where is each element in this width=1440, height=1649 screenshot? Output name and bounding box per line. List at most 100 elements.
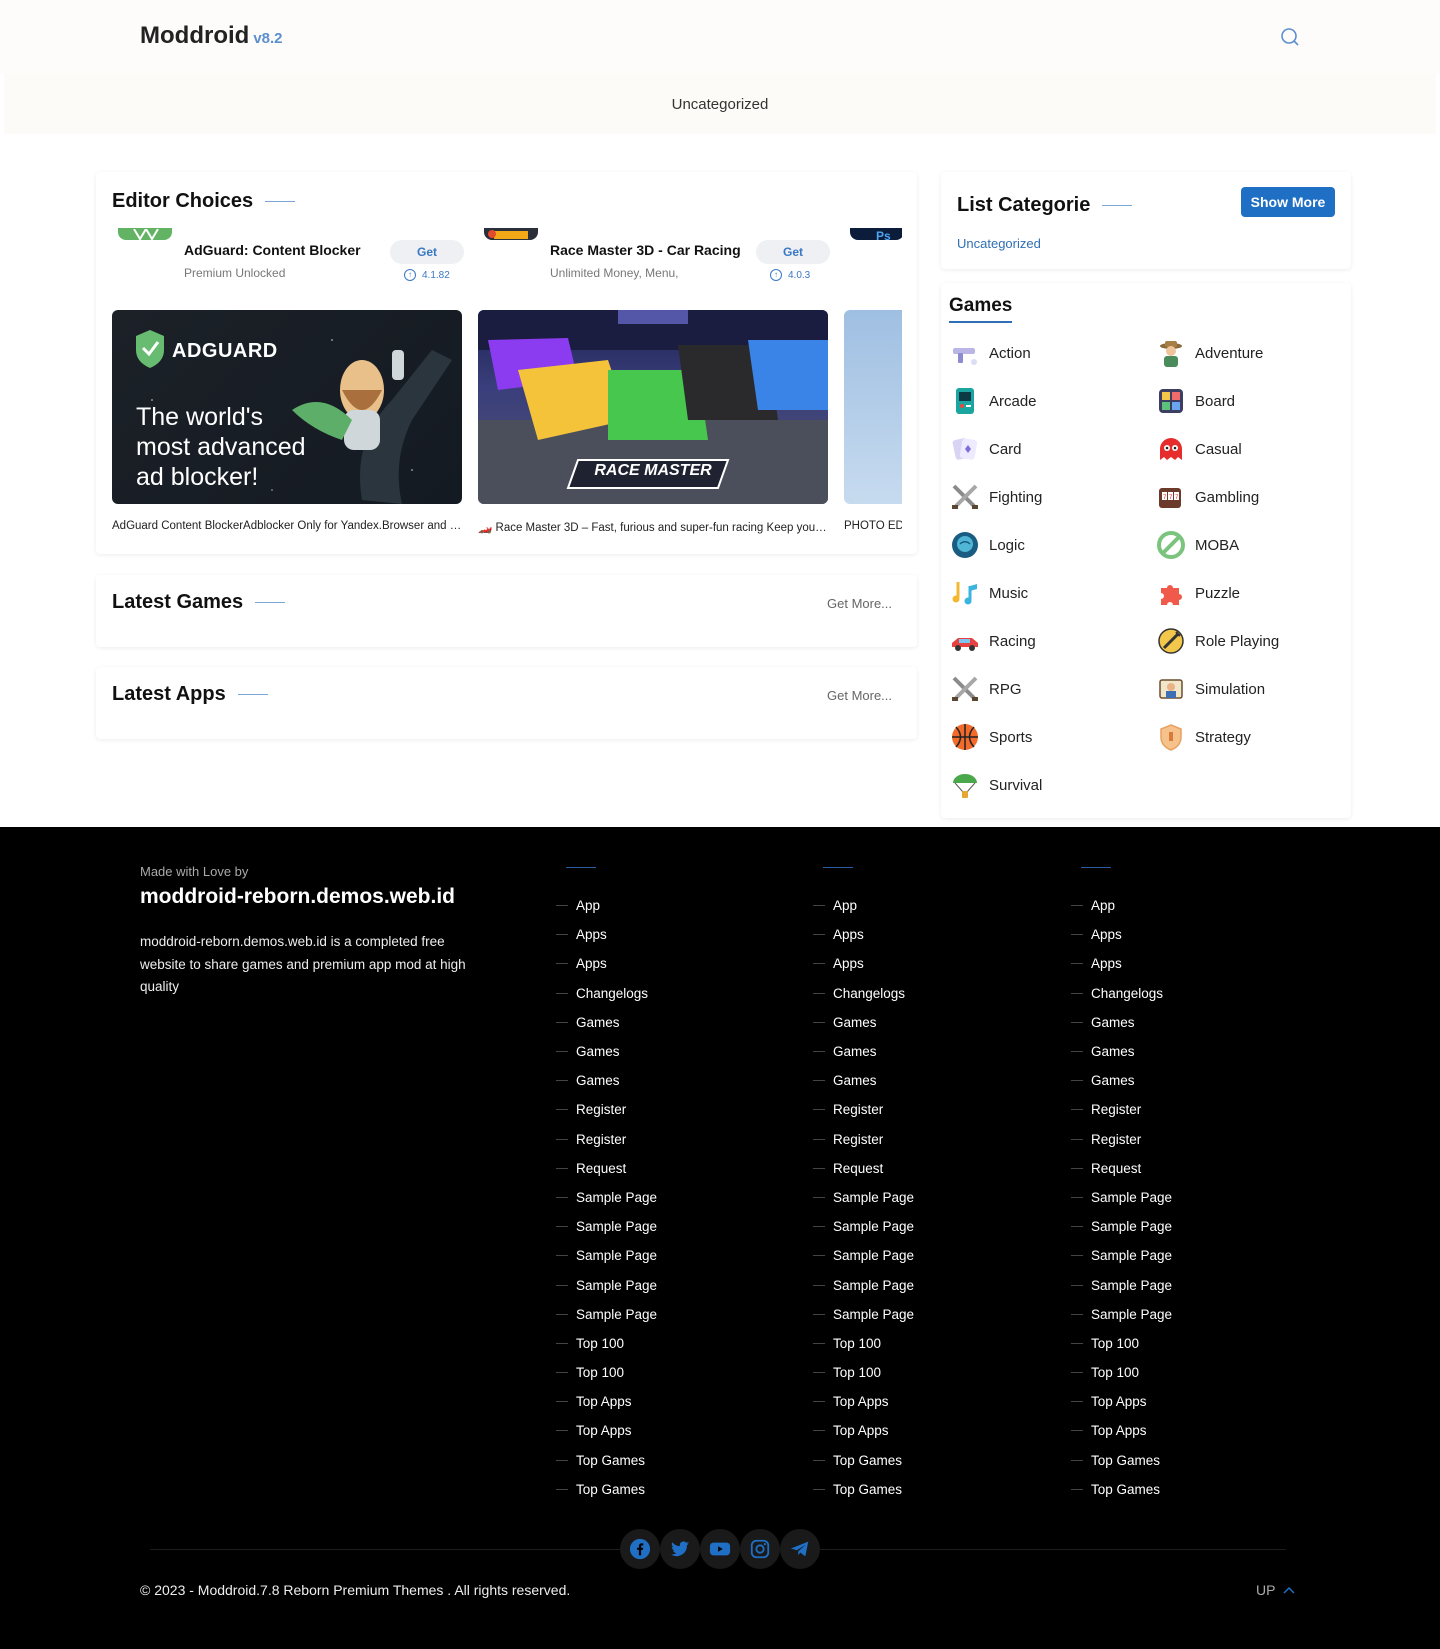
category-sports[interactable]: Sports (949, 721, 1032, 753)
footer-link[interactable]: Games (556, 1008, 657, 1037)
category-action[interactable]: Action (949, 337, 1031, 369)
footer-link[interactable]: Sample Page (556, 1212, 657, 1241)
category-role-playing[interactable]: Role Playing (1155, 625, 1279, 657)
footer-link[interactable]: Sample Page (556, 1270, 657, 1299)
latest-games-more-link[interactable]: Get More... (827, 596, 892, 611)
footer-link[interactable]: Top 100 (556, 1358, 657, 1387)
category-fighting[interactable]: Fighting (949, 481, 1042, 513)
youtube-icon[interactable] (700, 1529, 740, 1569)
footer-link[interactable]: Changelogs (556, 979, 657, 1008)
footer-link[interactable]: Sample Page (813, 1300, 914, 1329)
footer-link[interactable]: Register (1071, 1125, 1172, 1154)
uncategorized-link[interactable]: Uncategorized (957, 236, 1041, 251)
footer-link[interactable]: Top 100 (556, 1329, 657, 1358)
app-banner-photo-editor[interactable] (844, 310, 902, 504)
category-logic[interactable]: Logic (949, 529, 1025, 561)
footer-link[interactable]: App (1071, 891, 1172, 920)
footer-link[interactable]: Top Games (556, 1475, 657, 1504)
footer-link[interactable]: Top Games (556, 1446, 657, 1475)
category-board[interactable]: Board (1155, 385, 1235, 417)
footer-link[interactable]: Register (813, 1095, 914, 1124)
footer-link[interactable]: Top Apps (1071, 1387, 1172, 1416)
footer-link[interactable]: Request (813, 1154, 914, 1183)
footer-link[interactable]: Top 100 (1071, 1358, 1172, 1387)
category-casual[interactable]: Casual (1155, 433, 1242, 465)
footer-link[interactable]: Top Apps (1071, 1416, 1172, 1445)
category-puzzle[interactable]: Puzzle (1155, 577, 1240, 609)
footer-link[interactable]: Top 100 (813, 1329, 914, 1358)
twitter-icon[interactable] (660, 1529, 700, 1569)
footer-link[interactable]: Top 100 (813, 1358, 914, 1387)
category-music[interactable]: Music (949, 577, 1028, 609)
footer-link[interactable]: Sample Page (556, 1241, 657, 1270)
footer-link[interactable]: Sample Page (1071, 1212, 1172, 1241)
footer-link[interactable]: Register (556, 1095, 657, 1124)
category-simulation[interactable]: Simulation (1155, 673, 1265, 705)
footer-link[interactable]: Games (556, 1066, 657, 1095)
app-banner-adguard[interactable]: ADGUARD The world's most advanced ad blo… (112, 310, 462, 504)
category-card[interactable]: Card (949, 433, 1022, 465)
footer-link[interactable]: Games (556, 1037, 657, 1066)
footer-link[interactable]: Sample Page (813, 1212, 914, 1241)
category-gambling[interactable]: 7 7 7 Gambling (1155, 481, 1259, 513)
telegram-icon[interactable] (780, 1529, 820, 1569)
site-logo[interactable]: Moddroid v8.2 (140, 22, 283, 50)
footer-link[interactable]: Top Games (1071, 1446, 1172, 1475)
footer-link[interactable]: App (813, 891, 914, 920)
footer-link[interactable]: Apps (813, 949, 914, 978)
editor-choices-carousel[interactable]: AdGuard: Content Blocker Premium Unlocke… (112, 228, 902, 538)
instagram-icon[interactable] (740, 1529, 780, 1569)
app-name[interactable]: AdGuard: Content Blocker (184, 242, 361, 258)
footer-link[interactable]: Top Apps (556, 1416, 657, 1445)
category-strategy[interactable]: Strategy (1155, 721, 1251, 753)
footer-link[interactable]: Top Apps (556, 1387, 657, 1416)
get-button[interactable]: Get (756, 240, 830, 264)
footer-link[interactable]: Sample Page (1071, 1183, 1172, 1212)
facebook-icon[interactable] (620, 1529, 660, 1569)
footer-link[interactable]: Sample Page (1071, 1300, 1172, 1329)
show-more-button[interactable]: Show More (1241, 187, 1335, 217)
footer-link[interactable]: Top 100 (1071, 1329, 1172, 1358)
footer-link[interactable]: Sample Page (1071, 1241, 1172, 1270)
footer-link[interactable]: Apps (813, 920, 914, 949)
footer-site-name[interactable]: moddroid-reborn.demos.web.id (140, 885, 455, 909)
footer-link[interactable]: Top Apps (813, 1387, 914, 1416)
footer-link[interactable]: Sample Page (556, 1183, 657, 1212)
footer-link[interactable]: Changelogs (1071, 979, 1172, 1008)
get-button[interactable]: Get (390, 240, 464, 264)
footer-link[interactable]: App (556, 891, 657, 920)
category-arcade[interactable]: Arcade (949, 385, 1037, 417)
footer-link[interactable]: Games (1071, 1037, 1172, 1066)
footer-link[interactable]: Top Games (813, 1446, 914, 1475)
category-adventure[interactable]: Adventure (1155, 337, 1263, 369)
footer-link[interactable]: Request (556, 1154, 657, 1183)
footer-link[interactable]: Top Apps (813, 1416, 914, 1445)
footer-link[interactable]: Games (1071, 1008, 1172, 1037)
nav-uncategorized[interactable]: Uncategorized (672, 96, 769, 113)
footer-link[interactable]: Sample Page (813, 1270, 914, 1299)
footer-link[interactable]: Sample Page (813, 1241, 914, 1270)
footer-link[interactable]: Register (1071, 1095, 1172, 1124)
app-name[interactable]: Race Master 3D - Car Racing (550, 242, 741, 258)
footer-link[interactable]: Games (813, 1066, 914, 1095)
footer-link[interactable]: Games (813, 1008, 914, 1037)
search-icon[interactable] (1280, 27, 1300, 47)
footer-link[interactable]: Games (1071, 1066, 1172, 1095)
footer-link[interactable]: Apps (1071, 949, 1172, 978)
footer-link[interactable]: Apps (556, 920, 657, 949)
footer-link[interactable]: Sample Page (556, 1300, 657, 1329)
latest-apps-more-link[interactable]: Get More... (827, 688, 892, 703)
app-banner-race-master[interactable]: RACE MASTER (478, 310, 828, 504)
category-racing[interactable]: Racing (949, 625, 1036, 657)
footer-link[interactable]: Top Games (1071, 1475, 1172, 1504)
footer-link[interactable]: Apps (556, 949, 657, 978)
back-to-top-button[interactable]: UP (1256, 1582, 1295, 1598)
footer-link[interactable]: Register (556, 1125, 657, 1154)
category-survival[interactable]: Survival (949, 769, 1042, 801)
footer-link[interactable]: Apps (1071, 920, 1172, 949)
category-rpg[interactable]: RPG (949, 673, 1022, 705)
footer-link[interactable]: Changelogs (813, 979, 914, 1008)
footer-link[interactable]: Sample Page (813, 1183, 914, 1212)
footer-link[interactable]: Games (813, 1037, 914, 1066)
category-moba[interactable]: MOBA (1155, 529, 1239, 561)
